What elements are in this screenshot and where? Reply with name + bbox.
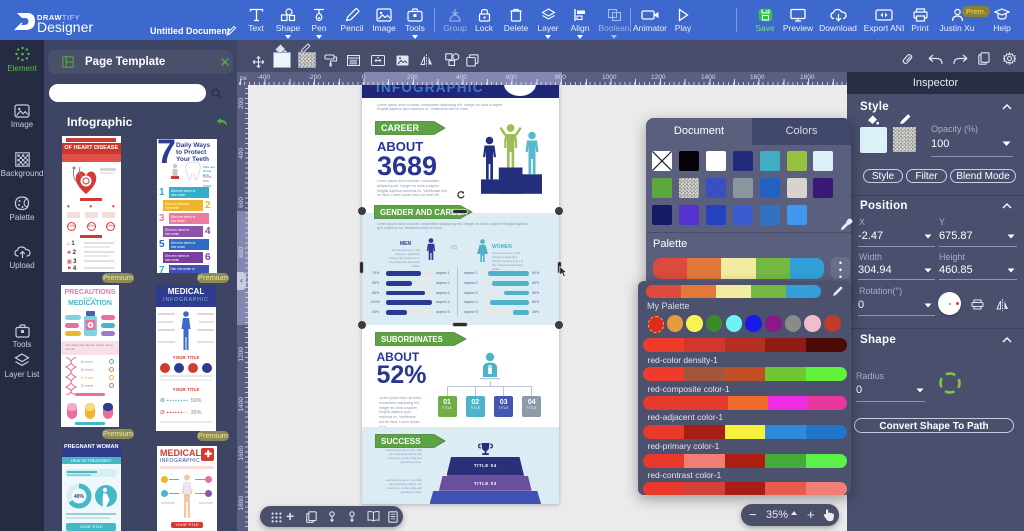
svg-text:CAREER: CAREER	[381, 123, 420, 133]
svg-text:SUCCESS: SUCCESS	[381, 437, 421, 446]
svg-text:SUBORDINATES: SUBORDINATES	[381, 335, 443, 344]
svg-text:40%: 40%	[74, 494, 85, 500]
